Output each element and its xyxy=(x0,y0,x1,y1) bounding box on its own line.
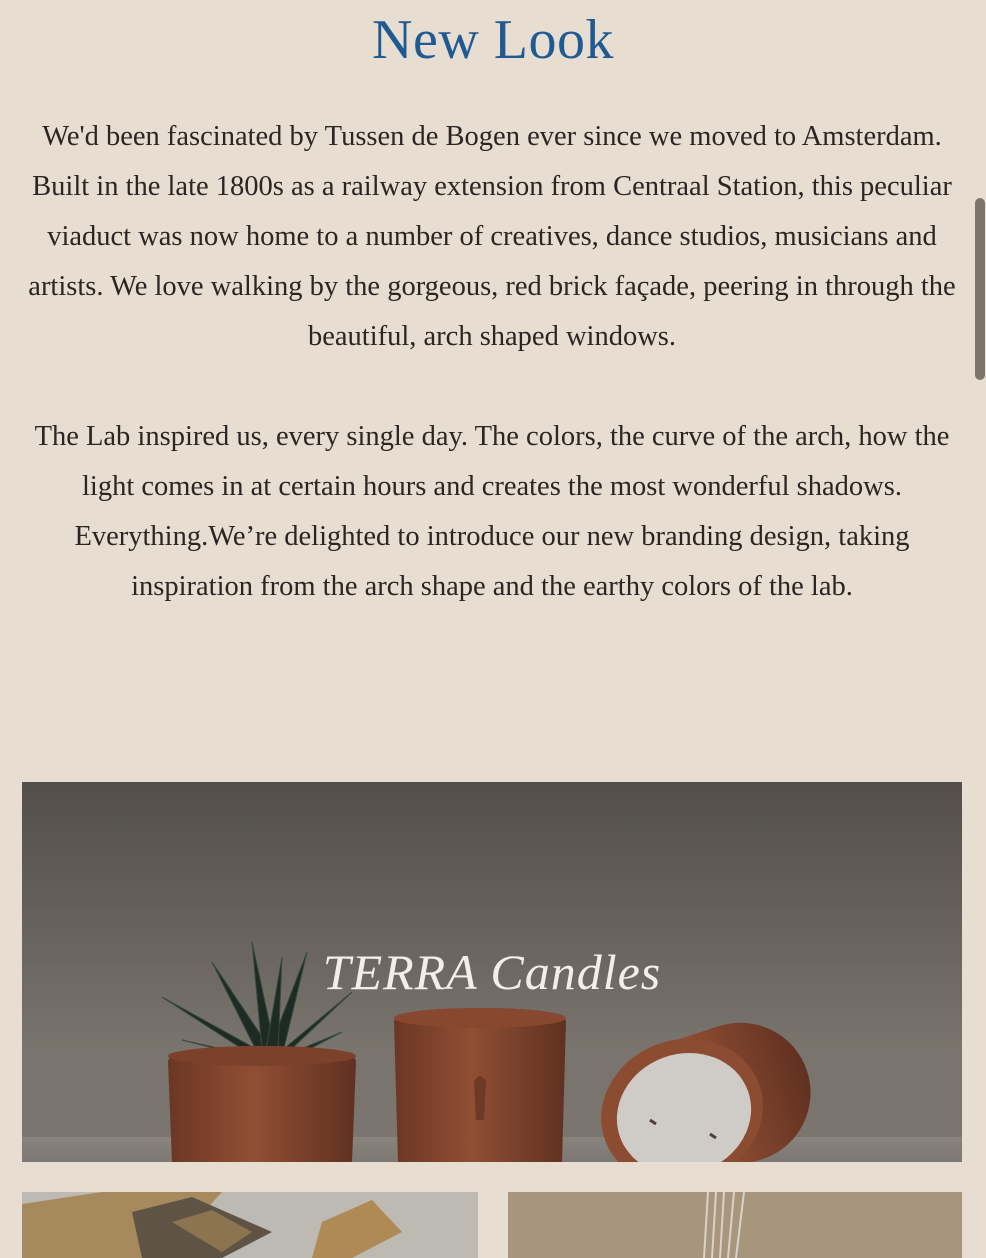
diffuser-photo xyxy=(508,1192,962,1258)
story-paragraph: The Lab inspired us, every single day. T… xyxy=(34,421,950,602)
story-text: We'd been fascinated by Tussen de Bogen … xyxy=(22,112,962,612)
scrollbar-thumb[interactable] xyxy=(975,198,985,380)
gift-box-photo xyxy=(22,1192,478,1258)
terra-candles-banner[interactable]: TERRA Candles xyxy=(22,782,962,1162)
gift-box-tile[interactable] xyxy=(22,1192,478,1258)
diffuser-tile[interactable] xyxy=(508,1192,962,1258)
scrollbar[interactable] xyxy=(972,198,986,382)
page-title: New Look xyxy=(372,9,614,71)
banner-title[interactable]: TERRA Candles xyxy=(22,942,962,1002)
story-paragraph: We'd been fascinated by Tussen de Bogen … xyxy=(28,121,956,352)
